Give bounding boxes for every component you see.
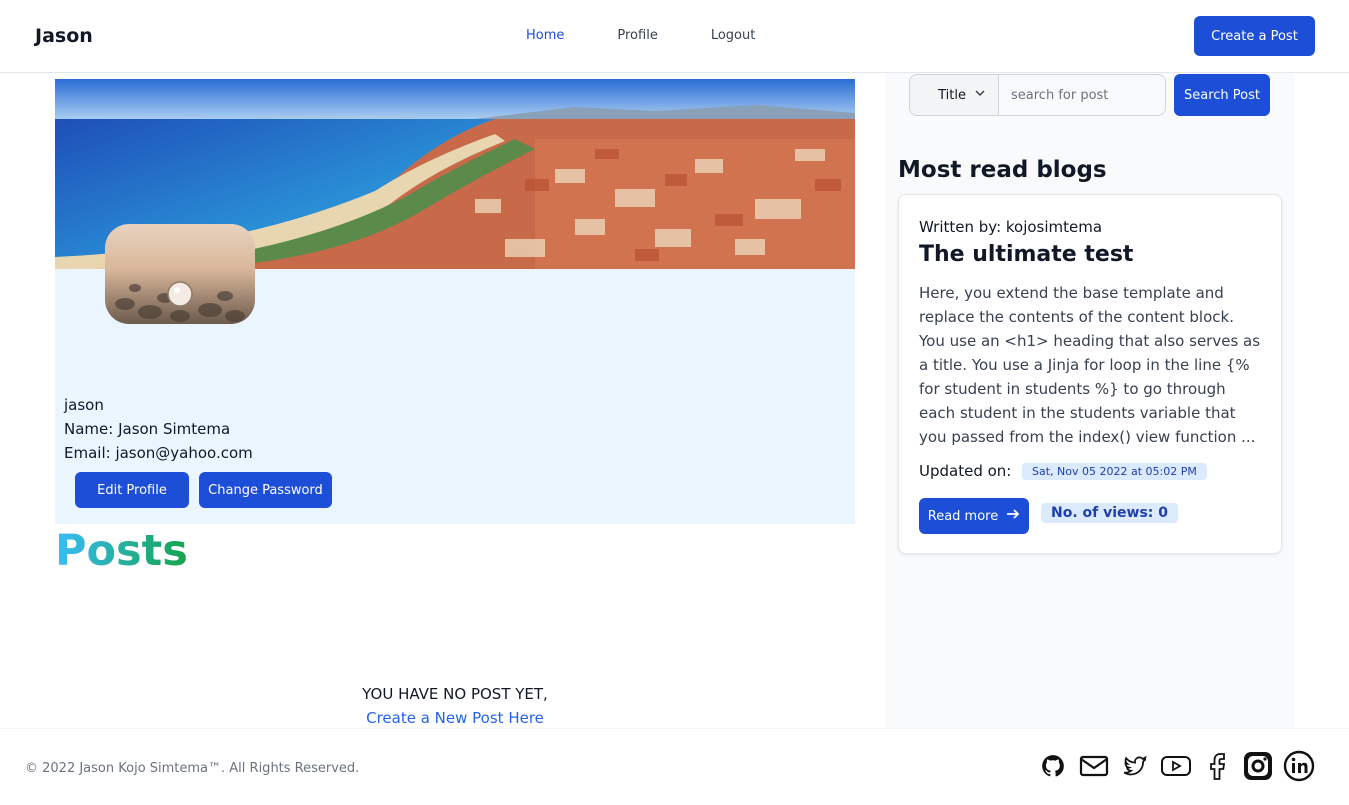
- footer: © 2022 Jason Kojo Simtema™. All Rights R…: [0, 728, 1349, 805]
- empty-posts-text: YOU HAVE NO POST YET,: [362, 685, 548, 703]
- copyright-text: © 2022 Jason Kojo Simtema™. All Rights R…: [25, 761, 360, 776]
- create-post-button[interactable]: Create a Post: [1194, 16, 1315, 56]
- posts-heading: Posts: [55, 526, 188, 576]
- search-post-button[interactable]: Search Post: [1174, 74, 1270, 116]
- instagram-icon[interactable]: [1242, 750, 1274, 782]
- blog-date-badge: Sat, Nov 05 2022 at 05:02 PM: [1022, 463, 1207, 480]
- profile-card: jason Name: Jason Simtema Email: jason@y…: [55, 79, 855, 524]
- empty-posts-message: YOU HAVE NO POST YET, Create a New Post …: [55, 682, 855, 730]
- blog-excerpt: Here, you extend the base template and r…: [919, 284, 1261, 446]
- brand-name[interactable]: Jason: [35, 25, 93, 47]
- youtube-icon[interactable]: [1160, 750, 1192, 782]
- blog-title[interactable]: The ultimate test: [919, 242, 1133, 267]
- edit-profile-button[interactable]: Edit Profile: [75, 472, 189, 508]
- most-read-heading: Most read blogs: [898, 157, 1107, 183]
- arrow-right-icon: [1006, 507, 1020, 525]
- profile-name: Name: Jason Simtema: [64, 420, 231, 438]
- profile-info: jason Name: Jason Simtema Email: jason@y…: [64, 393, 253, 465]
- profile-avatar: [105, 224, 255, 324]
- views-badge: No. of views: 0: [1041, 503, 1179, 523]
- navbar: Jason Home Profile Logout Create a Post: [0, 0, 1349, 73]
- create-new-post-link[interactable]: Create a New Post Here: [55, 706, 855, 730]
- read-more-button[interactable]: Read more: [919, 498, 1029, 534]
- search-filter-select[interactable]: Title: [909, 74, 999, 116]
- twitter-icon[interactable]: [1119, 750, 1151, 782]
- read-more-label: Read more: [927, 508, 999, 524]
- social-links: [1037, 750, 1315, 782]
- blog-updated-label: Updated on:: [919, 462, 1012, 480]
- blog-author: Written by: kojosimtema: [919, 218, 1103, 236]
- nav-home[interactable]: Home: [526, 28, 564, 43]
- mail-icon[interactable]: [1078, 750, 1110, 782]
- nav-links: Home Profile Logout: [526, 28, 808, 43]
- search-filter-value: Title: [938, 87, 966, 103]
- blog-card: Written by: kojosimtema The ultimate tes…: [898, 194, 1282, 554]
- change-password-button[interactable]: Change Password: [199, 472, 332, 508]
- facebook-icon[interactable]: [1201, 750, 1233, 782]
- nav-logout[interactable]: Logout: [711, 28, 756, 43]
- search-bar: Title: [909, 74, 1166, 116]
- linkedin-icon[interactable]: [1283, 750, 1315, 782]
- nav-profile[interactable]: Profile: [617, 28, 657, 43]
- search-input[interactable]: [999, 74, 1166, 116]
- chevron-down-icon: [974, 87, 986, 103]
- sidebar: Title Search Post Most read blogs Writte…: [885, 73, 1295, 728]
- github-icon[interactable]: [1037, 750, 1069, 782]
- profile-email: Email: jason@yahoo.com: [64, 444, 253, 462]
- profile-username: jason: [64, 396, 104, 414]
